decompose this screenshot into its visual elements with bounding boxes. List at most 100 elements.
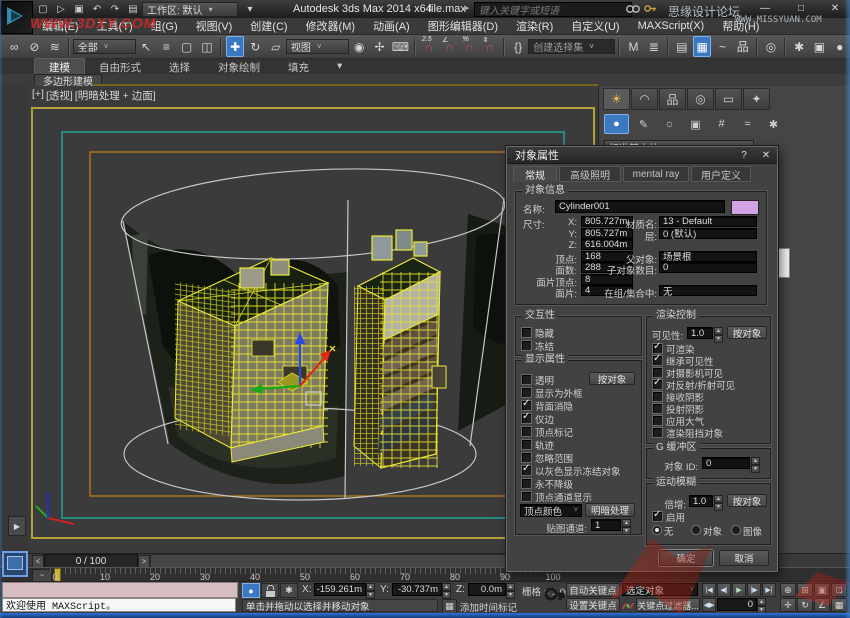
mirror-icon[interactable]: M bbox=[624, 36, 642, 57]
add-time-tag[interactable]: 添加时间标记 bbox=[460, 600, 517, 614]
layer-manager-icon[interactable]: ▤ bbox=[673, 36, 691, 57]
mb-by-object-button[interactable]: 按对象 bbox=[727, 494, 767, 507]
percent-snap-icon[interactable]: ∩% bbox=[460, 36, 478, 57]
keyboard-override-icon[interactable]: ⌨ bbox=[391, 36, 410, 57]
go-to-end-button[interactable]: ▶| bbox=[762, 583, 776, 597]
object-color-swatch[interactable] bbox=[731, 200, 759, 215]
snap-toggle-icon[interactable]: ∩2.5 bbox=[420, 36, 438, 57]
building-left-wireframe[interactable] bbox=[175, 258, 328, 462]
material-editor-icon[interactable]: ◎ bbox=[762, 36, 780, 57]
qat-flyout-icon[interactable]: ▾ bbox=[242, 2, 258, 16]
use-pivot-center-icon[interactable]: ◉ bbox=[350, 36, 368, 57]
workspace-dropdown[interactable]: 工作区: 默认 ▾ bbox=[142, 2, 238, 17]
cast-shadows-checkbox[interactable] bbox=[652, 403, 663, 414]
window-crossing-icon[interactable]: ◫ bbox=[198, 36, 216, 57]
key-curve-icon[interactable] bbox=[622, 600, 634, 611]
frozen-gray-checkbox[interactable] bbox=[521, 465, 532, 476]
display-as-box-checkbox[interactable] bbox=[521, 387, 532, 398]
dialog-help-button[interactable]: ? bbox=[735, 148, 753, 162]
never-degrade-checkbox[interactable] bbox=[521, 478, 532, 489]
menu-customize[interactable]: 自定义(U) bbox=[562, 18, 628, 35]
minimize-button[interactable]: — bbox=[752, 1, 778, 15]
unlink-icon[interactable]: ⊘ bbox=[25, 36, 43, 57]
apply-atmospherics-checkbox[interactable] bbox=[652, 415, 663, 426]
gear-icon[interactable]: ✱ bbox=[280, 583, 298, 598]
edges-only-checkbox[interactable] bbox=[521, 413, 532, 424]
edit-named-sets-icon[interactable]: {} bbox=[509, 36, 527, 57]
auto-key-button[interactable]: 自动关键点 bbox=[566, 583, 620, 597]
curve-editor-icon[interactable]: ~ bbox=[713, 36, 731, 57]
z-coordinate-field[interactable]: 0.0m bbox=[468, 583, 506, 596]
search-binoculars-icon[interactable] bbox=[626, 3, 640, 14]
display-by-object-button[interactable]: 按对象 bbox=[589, 372, 635, 385]
key-mode-toggle[interactable]: ◀▶ bbox=[702, 598, 716, 612]
viewport-menu-view[interactable]: [透视] bbox=[46, 88, 73, 103]
maxscript-mini-listener-output[interactable]: 欢迎使用 MAXScript。 bbox=[2, 598, 236, 612]
menu-maxscript[interactable]: MAXScript(X) bbox=[629, 18, 714, 35]
ribbon-subtab-polymodeling[interactable]: 多边形建模 bbox=[34, 74, 102, 87]
category-spacewarps-icon[interactable]: ≈ bbox=[736, 115, 759, 133]
menu-rendering[interactable]: 渲染(R) bbox=[507, 18, 562, 35]
tab-motion[interactable]: ◎ bbox=[687, 88, 714, 110]
undo-icon[interactable]: ↶ bbox=[89, 2, 105, 16]
open-file-icon[interactable]: ▷ bbox=[53, 2, 69, 16]
3dsmax-logo[interactable] bbox=[1, 1, 33, 34]
play-button[interactable]: ▶ bbox=[732, 583, 746, 597]
dock-expand-button[interactable]: ▶ bbox=[8, 516, 26, 536]
help-key-icon[interactable] bbox=[644, 3, 657, 14]
go-to-start-button[interactable]: |◀ bbox=[702, 583, 716, 597]
ignore-extents-checkbox[interactable] bbox=[521, 452, 532, 463]
receive-shadows-checkbox[interactable] bbox=[652, 391, 663, 402]
tab-utilities[interactable]: ✦ bbox=[743, 88, 770, 110]
z-spinner[interactable]: ▲▼ bbox=[506, 583, 515, 596]
schematic-view-icon[interactable]: 品 bbox=[734, 36, 752, 57]
graphite-toggle-icon[interactable]: ▦ bbox=[693, 36, 711, 57]
set-key-button[interactable]: 设置关键点 bbox=[566, 598, 620, 612]
object-id-spinner[interactable]: ▲▼ bbox=[751, 457, 760, 469]
ribbon-more-icon[interactable]: ▾ bbox=[323, 59, 356, 74]
viewport-menu-plus[interactable]: [+] bbox=[32, 88, 44, 103]
menu-modifiers[interactable]: 修改器(M) bbox=[297, 18, 365, 35]
object-id-field[interactable]: 0 bbox=[702, 457, 750, 469]
category-geometry-icon[interactable]: ● bbox=[604, 114, 629, 134]
select-scale-icon[interactable]: ▱ bbox=[267, 36, 285, 57]
vertex-channel-checkbox[interactable] bbox=[521, 491, 532, 502]
selection-filter-dropdown[interactable]: 全部˅ bbox=[73, 39, 136, 54]
selection-lock-icon[interactable] bbox=[261, 583, 279, 598]
inherit-visibility-checkbox[interactable] bbox=[652, 355, 663, 366]
vertex-channel-dropdown[interactable]: 顶点颜色˅ bbox=[520, 504, 582, 517]
ribbon-tab-objectpaint[interactable]: 对象绘制 bbox=[204, 59, 274, 74]
x-spinner[interactable]: ▲▼ bbox=[366, 583, 375, 596]
menu-create[interactable]: 创建(C) bbox=[241, 18, 296, 35]
maxscript-mini-listener-input[interactable] bbox=[2, 582, 238, 598]
ribbon-tab-populate[interactable]: 填充 bbox=[274, 59, 323, 74]
select-object-icon[interactable]: ↖ bbox=[137, 36, 155, 57]
select-by-name-icon[interactable]: ≡ bbox=[157, 36, 175, 57]
mb-enabled-checkbox[interactable] bbox=[652, 511, 663, 522]
redo-icon[interactable]: ↷ bbox=[107, 2, 123, 16]
map-channel-field[interactable]: 1 bbox=[591, 519, 621, 531]
bind-spacewarp-icon[interactable]: ≋ bbox=[46, 36, 64, 57]
next-frame-button[interactable]: |▶ bbox=[747, 583, 761, 597]
angle-snap-icon[interactable]: ∩∠ bbox=[440, 36, 458, 57]
mb-image-radio[interactable] bbox=[731, 525, 741, 535]
backface-cull-checkbox[interactable] bbox=[521, 400, 532, 411]
map-channel-spinner[interactable]: ▲▼ bbox=[622, 519, 631, 531]
y-spinner[interactable]: ▲▼ bbox=[442, 583, 451, 596]
shaded-button[interactable]: 明暗处理 bbox=[585, 503, 635, 517]
isolate-selection-icon[interactable]: ● bbox=[242, 583, 260, 598]
menu-graph-editors[interactable]: 图形编辑器(D) bbox=[419, 18, 507, 35]
category-shapes-icon[interactable]: ✎ bbox=[632, 115, 655, 133]
freeze-checkbox[interactable] bbox=[521, 340, 532, 351]
time-tag-icon[interactable]: ▦ bbox=[442, 599, 457, 614]
time-slider-handle[interactable]: 0 / 100 bbox=[44, 554, 138, 568]
ref-coordsys-dropdown[interactable]: 视图˅ bbox=[286, 39, 349, 54]
search-input[interactable]: 键入关键字或短语 bbox=[474, 2, 632, 17]
visibility-spinner[interactable]: ▲▼ bbox=[714, 327, 723, 339]
dialog-close-button[interactable]: ✕ bbox=[757, 148, 775, 162]
tab-create[interactable]: ☀ bbox=[603, 88, 630, 110]
selection-region-icon[interactable]: ▢ bbox=[178, 36, 196, 57]
see-through-checkbox[interactable] bbox=[521, 374, 532, 385]
project-folder-icon[interactable]: ▤ bbox=[125, 2, 141, 16]
mb-object-radio[interactable] bbox=[691, 525, 701, 535]
